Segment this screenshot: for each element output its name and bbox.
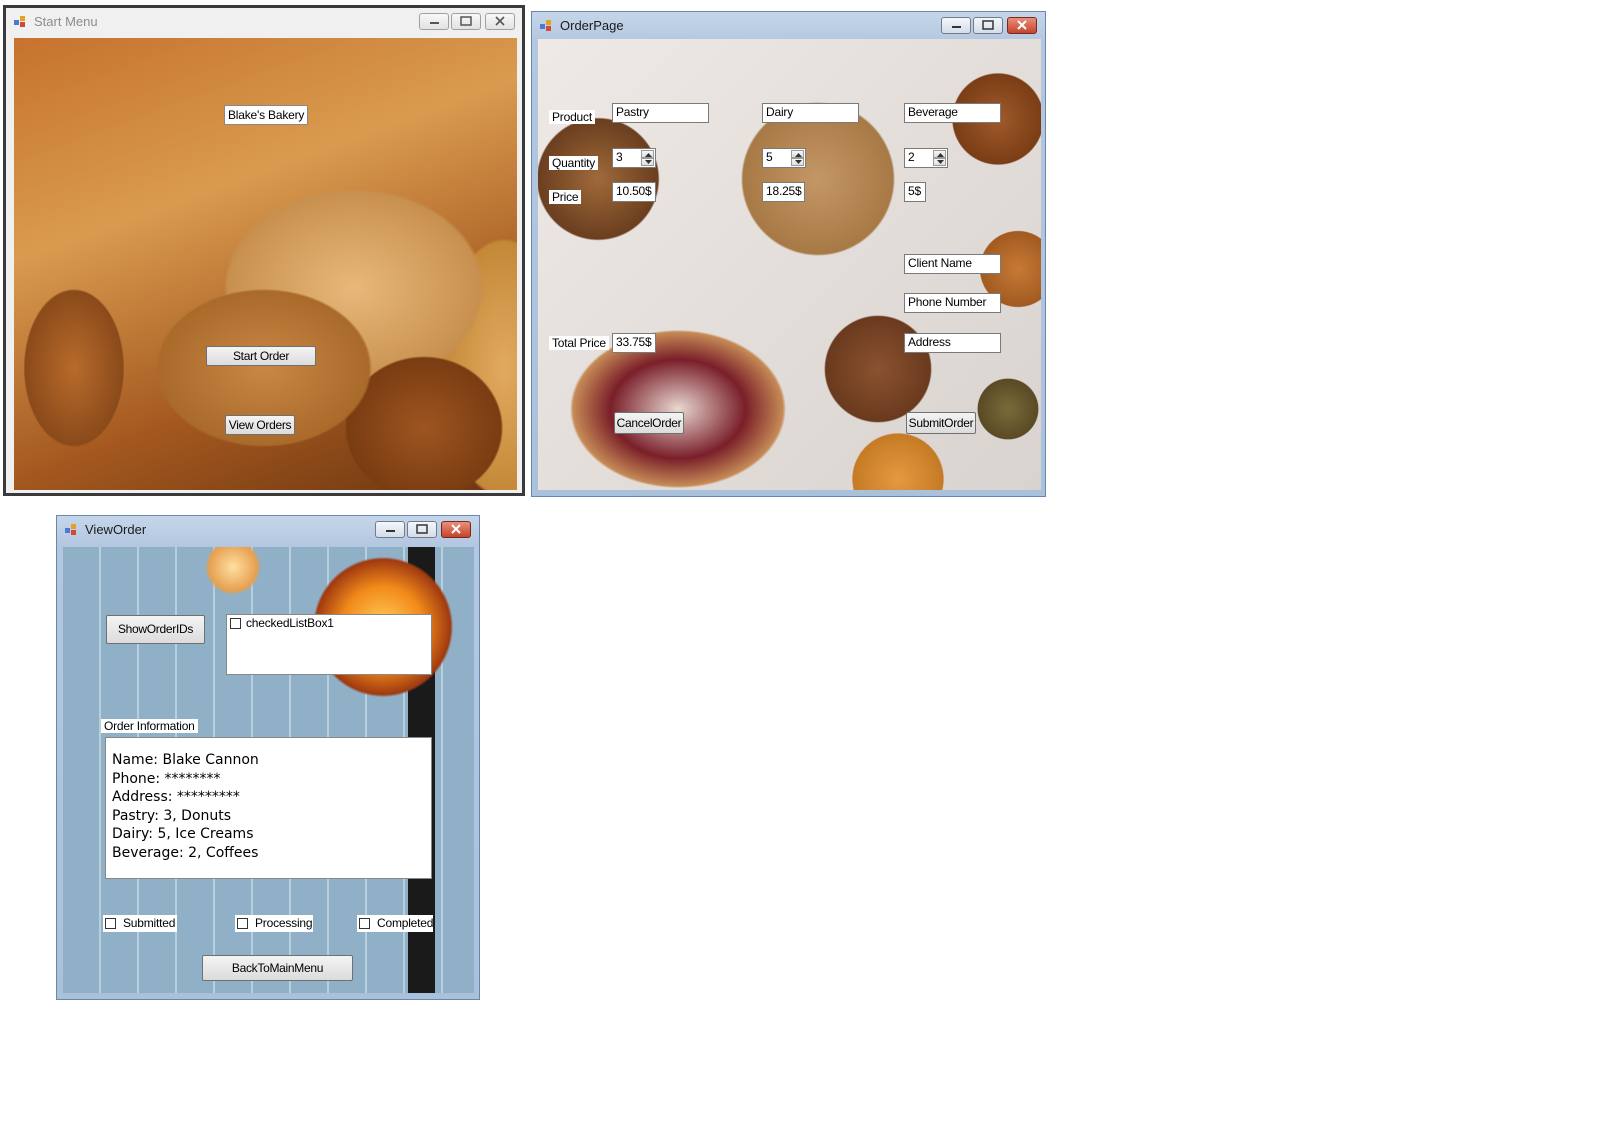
maximize-button[interactable] bbox=[407, 521, 437, 538]
minimize-icon bbox=[386, 530, 395, 532]
back-to-main-menu-button[interactable]: BackToMainMenu bbox=[202, 955, 353, 981]
app-icon bbox=[540, 20, 552, 32]
spin-up-icon[interactable] bbox=[791, 150, 804, 158]
maximize-button[interactable] bbox=[973, 17, 1003, 34]
app-icon bbox=[65, 524, 77, 536]
checkbox[interactable] bbox=[230, 618, 241, 629]
processing-label: Processing bbox=[255, 916, 313, 930]
dairy-price-field[interactable]: 18.25$ bbox=[762, 182, 805, 202]
maximize-button[interactable] bbox=[451, 13, 481, 30]
checkbox[interactable] bbox=[105, 918, 116, 929]
spin-buttons[interactable] bbox=[933, 150, 946, 166]
maximize-icon bbox=[416, 524, 428, 534]
pastry-price-field[interactable]: 10.50$ bbox=[612, 182, 656, 202]
maximize-icon bbox=[982, 20, 994, 30]
order-line-address: Address: ********* bbox=[112, 789, 240, 805]
start-menu-window: Start Menu Blake's Bakery Start Order Vi… bbox=[3, 5, 525, 496]
order-page-titlebar[interactable]: OrderPage bbox=[532, 12, 1045, 38]
spin-up-icon[interactable] bbox=[933, 150, 946, 158]
minimize-button[interactable] bbox=[375, 521, 405, 538]
completed-checkbox[interactable]: Completed bbox=[357, 915, 433, 932]
window-title: OrderPage bbox=[560, 18, 624, 33]
order-line-dairy: Dairy: 5, Ice Creams bbox=[112, 826, 254, 842]
close-button[interactable] bbox=[485, 13, 515, 30]
price-label: Price bbox=[549, 190, 582, 204]
submitted-checkbox[interactable]: Submitted bbox=[103, 915, 177, 932]
beverage-quantity-stepper[interactable]: 2 bbox=[904, 148, 948, 168]
order-information-label: Order Information bbox=[101, 719, 198, 733]
app-icon bbox=[14, 16, 26, 28]
view-order-window: ViewOrder ShowOrderIDs checkedListBox1 O… bbox=[56, 515, 480, 1000]
order-page-window: OrderPage Product Quantity Price Total P… bbox=[531, 11, 1046, 497]
order-information-box[interactable]: Name: Blake Cannon Phone: ******** Addre… bbox=[105, 737, 432, 879]
dairy-product-field[interactable]: Dairy bbox=[762, 103, 859, 123]
cancel-order-button[interactable]: CancelOrder bbox=[614, 412, 684, 434]
close-icon bbox=[495, 16, 505, 26]
pastry-quantity-stepper[interactable]: 3 bbox=[612, 148, 656, 168]
minimize-button[interactable] bbox=[941, 17, 971, 34]
order-line-phone: Phone: ******** bbox=[112, 770, 221, 787]
checkbox[interactable] bbox=[237, 918, 248, 929]
beverage-product-field[interactable]: Beverage bbox=[904, 103, 1001, 123]
submit-order-button[interactable]: SubmitOrder bbox=[906, 412, 976, 434]
minimize-button[interactable] bbox=[419, 13, 449, 30]
spin-down-icon[interactable] bbox=[641, 158, 654, 166]
close-button[interactable] bbox=[441, 521, 471, 538]
order-line-pastry: Pastry: 3, Donuts bbox=[112, 807, 232, 824]
show-order-ids-button[interactable]: ShowOrderIDs bbox=[106, 615, 205, 644]
spin-down-icon[interactable] bbox=[791, 158, 804, 166]
spin-buttons[interactable] bbox=[641, 150, 654, 166]
window-title: ViewOrder bbox=[85, 522, 147, 537]
spin-up-icon[interactable] bbox=[641, 150, 654, 158]
product-label: Product bbox=[549, 110, 595, 124]
close-button[interactable] bbox=[1007, 17, 1037, 34]
start-menu-background: Blake's Bakery Start Order View Orders bbox=[14, 38, 517, 490]
checked-list-item-label: checkedListBox1 bbox=[246, 616, 334, 630]
checkbox[interactable] bbox=[359, 918, 370, 929]
order-id-checked-list[interactable]: checkedListBox1 bbox=[226, 614, 432, 675]
minimize-icon bbox=[430, 22, 439, 24]
minimize-icon bbox=[952, 26, 961, 28]
client-name-field[interactable]: Client Name bbox=[904, 254, 1001, 274]
total-price-field[interactable]: 33.75$ bbox=[612, 333, 656, 353]
phone-number-field[interactable]: Phone Number bbox=[904, 293, 1001, 313]
total-price-label: Total Price bbox=[549, 336, 609, 350]
bakery-title-label: Blake's Bakery bbox=[224, 105, 309, 125]
pastry-quantity-value: 3 bbox=[616, 150, 623, 164]
close-icon bbox=[1017, 20, 1027, 30]
maximize-icon bbox=[460, 16, 472, 26]
spin-down-icon[interactable] bbox=[933, 158, 946, 166]
quantity-label: Quantity bbox=[549, 156, 599, 170]
view-order-background: ShowOrderIDs checkedListBox1 Order Infor… bbox=[63, 547, 474, 993]
processing-checkbox[interactable]: Processing bbox=[235, 915, 313, 932]
view-order-titlebar[interactable]: ViewOrder bbox=[57, 516, 479, 542]
beverage-price-field[interactable]: 5$ bbox=[904, 182, 926, 202]
order-line-name: Name: Blake Cannon bbox=[112, 752, 259, 768]
order-page-background: Product Quantity Price Total Price Pastr… bbox=[538, 39, 1041, 490]
submitted-label: Submitted bbox=[123, 916, 176, 930]
close-icon bbox=[451, 524, 461, 534]
address-field[interactable]: Address bbox=[904, 333, 1001, 353]
view-orders-button[interactable]: View Orders bbox=[225, 415, 295, 435]
dairy-quantity-stepper[interactable]: 5 bbox=[762, 148, 806, 168]
order-line-beverage: Beverage: 2, Coffees bbox=[112, 844, 259, 861]
completed-label: Completed bbox=[377, 916, 434, 930]
spin-buttons[interactable] bbox=[791, 150, 804, 166]
start-order-button[interactable]: Start Order bbox=[206, 346, 316, 366]
window-title: Start Menu bbox=[34, 14, 98, 29]
pastry-product-field[interactable]: Pastry bbox=[612, 103, 709, 123]
start-menu-titlebar[interactable]: Start Menu bbox=[6, 8, 522, 34]
dairy-quantity-value: 5 bbox=[766, 150, 773, 164]
beverage-quantity-value: 2 bbox=[908, 150, 915, 164]
